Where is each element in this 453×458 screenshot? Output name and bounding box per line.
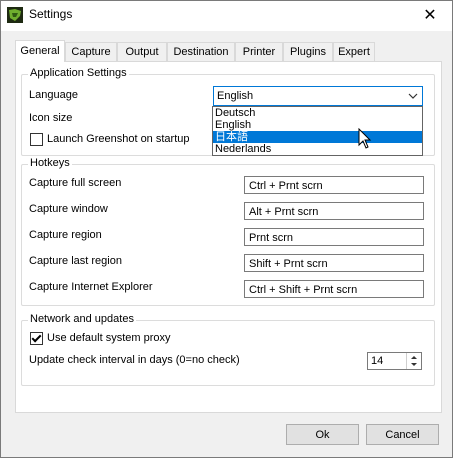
use-system-proxy-checkbox[interactable] bbox=[30, 332, 43, 345]
capture-full-screen-label: Capture full screen bbox=[29, 177, 122, 189]
language-dropdown-list: Deutsch English 日本語 Nederlands bbox=[212, 106, 423, 156]
tab-plugins[interactable]: Plugins bbox=[283, 42, 333, 61]
icon-size-label: Icon size bbox=[29, 112, 73, 124]
group-title: Network and updates bbox=[28, 313, 136, 325]
language-label: Language bbox=[29, 89, 78, 101]
stepper-buttons bbox=[406, 353, 421, 369]
capture-region-label: Capture region bbox=[29, 229, 102, 241]
tab-label: Destination bbox=[173, 46, 229, 58]
general-panel: Application Settings Language English Ic… bbox=[15, 61, 442, 413]
language-option-japanese[interactable]: 日本語 bbox=[213, 131, 422, 143]
tab-strip: General Capture Output Destination Print… bbox=[15, 40, 445, 62]
capture-full-screen-hotkey-field[interactable]: Ctrl + Prnt scrn bbox=[244, 176, 424, 194]
tab-label: Output bbox=[125, 46, 159, 58]
launch-on-startup-checkbox[interactable] bbox=[30, 133, 43, 146]
tab-output[interactable]: Output bbox=[117, 42, 167, 61]
capture-internet-explorer-label: Capture Internet Explorer bbox=[29, 281, 153, 293]
group-title: Hotkeys bbox=[28, 157, 72, 169]
use-system-proxy-label: Use default system proxy bbox=[47, 332, 171, 344]
title-bar: Settings ✕ bbox=[1, 1, 452, 31]
mouse-cursor-icon bbox=[358, 128, 372, 149]
window-title: Settings bbox=[29, 7, 73, 21]
close-icon: ✕ bbox=[423, 7, 437, 24]
tab-general[interactable]: General bbox=[15, 40, 65, 62]
chevron-down-icon[interactable] bbox=[407, 361, 421, 369]
close-button[interactable]: ✕ bbox=[408, 1, 452, 31]
tab-capture[interactable]: Capture bbox=[65, 42, 117, 61]
tab-label: Printer bbox=[242, 46, 276, 58]
capture-internet-explorer-hotkey-field[interactable]: Ctrl + Shift + Prnt scrn bbox=[244, 280, 424, 298]
capture-window-label: Capture window bbox=[29, 203, 108, 215]
language-option-deutsch[interactable]: Deutsch bbox=[213, 107, 422, 119]
update-interval-stepper[interactable]: 14 bbox=[367, 352, 422, 370]
chevron-down-icon bbox=[408, 93, 418, 99]
cancel-button[interactable]: Cancel bbox=[366, 424, 439, 445]
update-interval-label: Update check interval in days (0=no chec… bbox=[29, 354, 240, 366]
tab-printer[interactable]: Printer bbox=[235, 42, 283, 61]
ok-button[interactable]: Ok bbox=[286, 424, 359, 445]
tab-label: Expert bbox=[338, 46, 370, 58]
capture-last-region-hotkey-field[interactable]: Shift + Prnt scrn bbox=[244, 254, 424, 272]
capture-last-region-label: Capture last region bbox=[29, 255, 122, 267]
tab-expert[interactable]: Expert bbox=[333, 42, 375, 61]
language-select[interactable]: English bbox=[213, 86, 423, 106]
group-title: Application Settings bbox=[28, 67, 129, 79]
update-interval-value: 14 bbox=[371, 355, 384, 367]
tab-label: General bbox=[20, 45, 60, 57]
settings-window: Settings ✕ General Capture Output Destin… bbox=[0, 0, 453, 458]
hotkeys-group: Hotkeys Capture full screen Ctrl + Prnt … bbox=[21, 157, 435, 306]
greenshot-app-icon bbox=[7, 7, 23, 23]
tab-destination[interactable]: Destination bbox=[167, 42, 235, 61]
tab-label: Capture bbox=[71, 46, 111, 58]
capture-region-hotkey-field[interactable]: Prnt scrn bbox=[244, 228, 424, 246]
language-selected-value: English bbox=[217, 90, 254, 102]
language-option-english[interactable]: English bbox=[213, 119, 422, 131]
capture-window-hotkey-field[interactable]: Alt + Prnt scrn bbox=[244, 202, 424, 220]
launch-on-startup-label: Launch Greenshot on startup bbox=[47, 133, 190, 145]
network-updates-group: Network and updates Use default system p… bbox=[21, 313, 435, 386]
language-option-nederlands[interactable]: Nederlands bbox=[213, 143, 422, 155]
tab-label: Plugins bbox=[289, 46, 327, 58]
chevron-up-icon[interactable] bbox=[407, 353, 421, 361]
